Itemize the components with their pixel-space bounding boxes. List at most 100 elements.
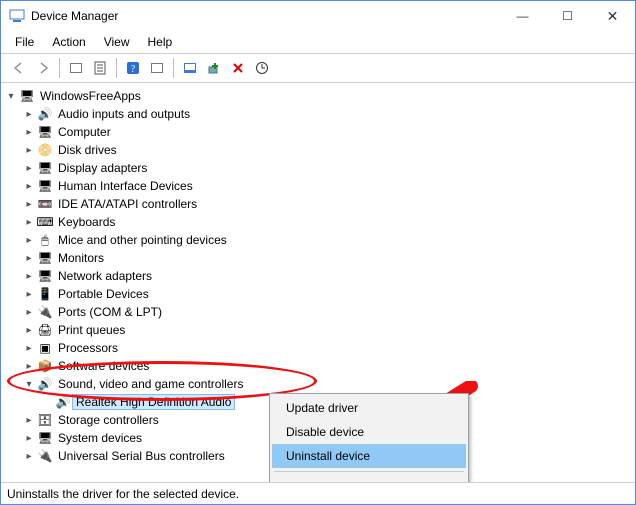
statusbar: Uninstalls the driver for the selected d… xyxy=(1,482,635,504)
tree-root[interactable]: ▾ 🖥 WindowsFreeApps xyxy=(3,87,633,105)
category-icon: 📼 xyxy=(37,196,53,212)
category-icon: 🔌 xyxy=(37,448,53,464)
ctx-update-driver[interactable]: Update driver xyxy=(272,396,466,420)
chevron-down-icon[interactable]: ▾ xyxy=(5,90,17,102)
chevron-right-icon[interactable]: ▸ xyxy=(23,180,35,192)
category-icon: ▣ xyxy=(37,340,53,356)
window-title: Device Manager xyxy=(31,9,500,23)
chevron-down-icon[interactable]: ▾ xyxy=(23,378,35,390)
speaker-icon: 🔊 xyxy=(55,394,71,410)
forward-button[interactable] xyxy=(31,57,55,79)
tree-category-label: Keyboards xyxy=(55,215,118,229)
tree-category-label: Display adapters xyxy=(55,161,150,175)
menubar: File Action View Help xyxy=(1,31,635,54)
back-button[interactable] xyxy=(7,57,31,79)
tree-category-label: Sound, video and game controllers xyxy=(55,377,246,391)
ctx-uninstall-device[interactable]: Uninstall device xyxy=(272,444,466,468)
tree-category[interactable]: ▸🖥Human Interface Devices xyxy=(21,177,633,195)
close-button[interactable]: ✕ xyxy=(590,1,635,31)
tree-category[interactable]: ▸▣Processors xyxy=(21,339,633,357)
tree-category-label: Software devices xyxy=(55,359,152,373)
help-button[interactable]: ? xyxy=(121,57,145,79)
chevron-right-icon[interactable]: ▸ xyxy=(23,306,35,318)
category-icon: 🖥 xyxy=(37,160,53,176)
tree-category[interactable]: ▸🖥Computer xyxy=(21,123,633,141)
category-icon: 📦 xyxy=(37,358,53,374)
chevron-right-icon[interactable]: ▸ xyxy=(23,198,35,210)
tree-device-label: Realtek High Definition Audio xyxy=(73,395,234,409)
chevron-right-icon[interactable]: ▸ xyxy=(23,252,35,264)
tree-category-label: Mice and other pointing devices xyxy=(55,233,230,247)
tree-category[interactable]: ▸📼IDE ATA/ATAPI controllers xyxy=(21,195,633,213)
tree-category[interactable]: ▸📀Disk drives xyxy=(21,141,633,159)
tree-category-label: Storage controllers xyxy=(55,413,162,427)
tree-category-label: Print queues xyxy=(55,323,128,337)
chevron-right-icon[interactable]: ▸ xyxy=(23,432,35,444)
category-icon: 🗄 xyxy=(37,412,53,428)
app-icon xyxy=(9,8,25,24)
details-button[interactable] xyxy=(145,57,169,79)
tree-category-label: Universal Serial Bus controllers xyxy=(55,449,228,463)
category-icon: 🔌 xyxy=(37,304,53,320)
chevron-right-icon[interactable]: ▸ xyxy=(23,324,35,336)
tree-root-label: WindowsFreeApps xyxy=(37,89,144,103)
chevron-right-icon[interactable]: ▸ xyxy=(23,342,35,354)
toolbar-sep xyxy=(173,58,174,78)
tree-category[interactable]: ▸🖥Monitors xyxy=(21,249,633,267)
tree-category-label: Ports (COM & LPT) xyxy=(55,305,165,319)
category-icon: 📀 xyxy=(37,142,53,158)
menu-action[interactable]: Action xyxy=(44,33,93,51)
tree-category[interactable]: ▸🖱Mice and other pointing devices xyxy=(21,231,633,249)
category-icon: 🔊 xyxy=(37,106,53,122)
titlebar: Device Manager — ☐ ✕ xyxy=(1,1,635,31)
device-tree[interactable]: ▾ 🖥 WindowsFreeApps ▸🔊Audio inputs and o… xyxy=(1,83,635,482)
tree-category[interactable]: ▸📱Portable Devices xyxy=(21,285,633,303)
chevron-right-icon[interactable]: ▸ xyxy=(23,360,35,372)
maximize-button[interactable]: ☐ xyxy=(545,1,590,31)
tree-category-label: Network adapters xyxy=(55,269,155,283)
minimize-button[interactable]: — xyxy=(500,1,545,31)
tree-category[interactable]: ▸🖥Network adapters xyxy=(21,267,633,285)
ctx-scan-hardware[interactable]: Scan for hardware changes xyxy=(272,475,466,482)
add-legacy-button[interactable] xyxy=(202,57,226,79)
svg-text:?: ? xyxy=(131,64,136,75)
menu-view[interactable]: View xyxy=(96,33,138,51)
tree-category[interactable]: ▸🔌Ports (COM & LPT) xyxy=(21,303,633,321)
toolbar-sep xyxy=(59,58,60,78)
show-hide-button[interactable] xyxy=(64,57,88,79)
tree-category-label: Portable Devices xyxy=(55,287,152,301)
tree-category[interactable]: ▸🖨Print queues xyxy=(21,321,633,339)
ctx-disable-device[interactable]: Disable device xyxy=(272,420,466,444)
chevron-right-icon[interactable]: ▸ xyxy=(23,144,35,156)
chevron-right-icon[interactable]: ▸ xyxy=(23,234,35,246)
tree-category[interactable]: ▾🔊Sound, video and game controllers xyxy=(21,375,633,393)
tree-category[interactable]: ▸🔊Audio inputs and outputs xyxy=(21,105,633,123)
computer-icon: 🖥 xyxy=(19,88,35,104)
tree-category[interactable]: ▸📦Software devices xyxy=(21,357,633,375)
scan-hardware-button[interactable] xyxy=(178,57,202,79)
category-icon: 🖥 xyxy=(37,430,53,446)
chevron-right-icon[interactable]: ▸ xyxy=(23,108,35,120)
chevron-right-icon[interactable]: ▸ xyxy=(23,162,35,174)
tree-category[interactable]: ▸🖥Display adapters xyxy=(21,159,633,177)
chevron-right-icon[interactable]: ▸ xyxy=(23,288,35,300)
tree-category-label: System devices xyxy=(55,431,145,445)
category-icon: 🖱 xyxy=(37,232,53,248)
update-driver-button[interactable] xyxy=(250,57,274,79)
chevron-right-icon[interactable]: ▸ xyxy=(23,414,35,426)
chevron-right-icon[interactable]: ▸ xyxy=(23,450,35,462)
chevron-right-icon[interactable]: ▸ xyxy=(23,270,35,282)
tree-category[interactable]: ▸⌨Keyboards xyxy=(21,213,633,231)
menu-help[interactable]: Help xyxy=(140,33,181,51)
category-icon: 🔊 xyxy=(37,376,53,392)
tree-category-label: Processors xyxy=(55,341,121,355)
menu-file[interactable]: File xyxy=(7,33,42,51)
properties-button[interactable] xyxy=(88,57,112,79)
tree-category-label: Audio inputs and outputs xyxy=(55,107,193,121)
chevron-right-icon[interactable]: ▸ xyxy=(23,216,35,228)
chevron-right-icon[interactable]: ▸ xyxy=(23,126,35,138)
tree-category-label: Human Interface Devices xyxy=(55,179,196,193)
context-menu: Update driver Disable device Uninstall d… xyxy=(269,393,469,482)
remove-device-button[interactable] xyxy=(226,57,250,79)
category-icon: 🖥 xyxy=(37,268,53,284)
